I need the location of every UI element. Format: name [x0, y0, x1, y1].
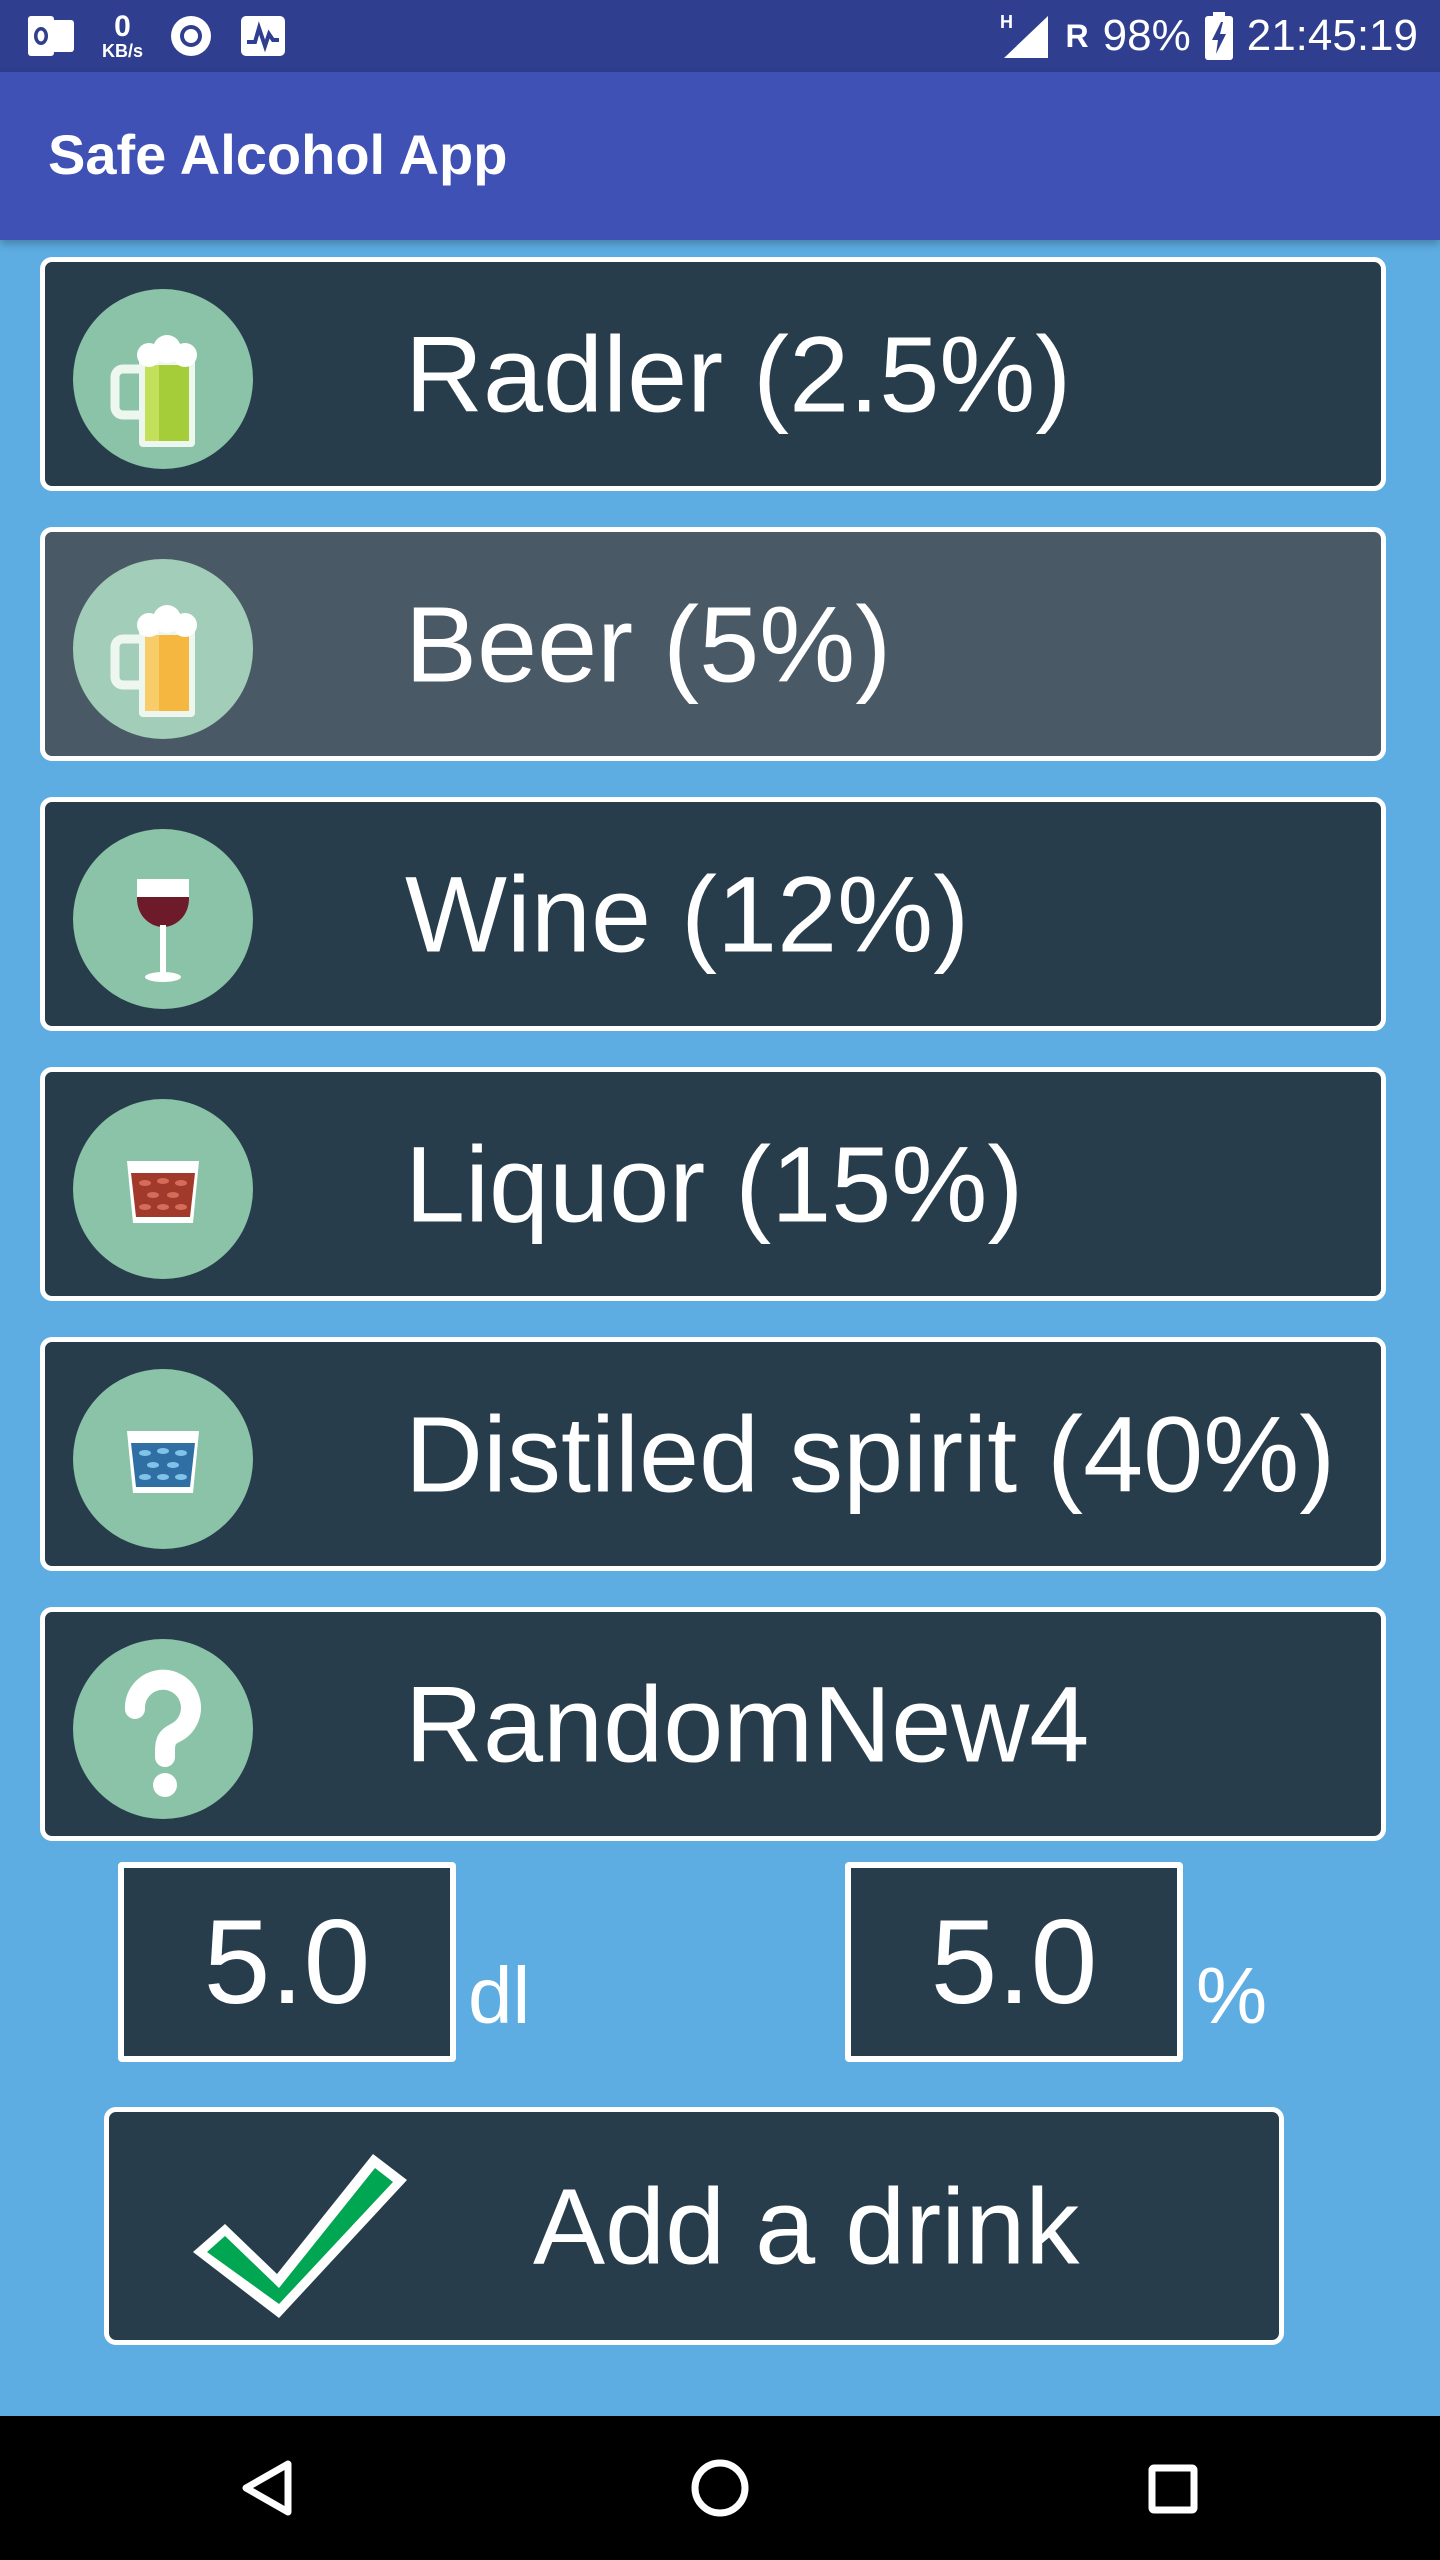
add-drink-button[interactable]: Add a drink [104, 2107, 1284, 2345]
wine-glass-icon [73, 829, 253, 1009]
percent-input[interactable]: 5.0 [845, 1862, 1183, 2062]
roaming-indicator: R [1065, 17, 1089, 54]
drink-label-wine: Wine (12%) [405, 853, 970, 975]
drink-option-custom[interactable]: RandomNew4 [40, 1607, 1386, 1841]
question-mark-icon [73, 1639, 253, 1819]
status-bar: 0 KB/s H R 98% 21:45:19 [0, 0, 1440, 72]
network-type: H [1000, 12, 1013, 32]
percent-unit: % [1196, 1951, 1268, 2040]
drink-label-liquor: Liquor (15%) [405, 1123, 1024, 1245]
beer-mug-icon [73, 559, 253, 739]
amount-unit: dl [468, 1951, 531, 2040]
checkmark-icon [193, 2154, 407, 2318]
add-drink-label: Add a drink [533, 2165, 1080, 2287]
drink-option-distilled-spirit[interactable]: Distiled spirit (40%) [40, 1337, 1386, 1571]
network-speed-value: 0 [114, 10, 131, 43]
network-speed-unit: KB/s [102, 41, 144, 61]
network-speed: 0 KB/s [102, 10, 144, 61]
battery-percent: 98% [1102, 11, 1191, 60]
drink-option-radler[interactable]: Radler (2.5%) [40, 257, 1386, 491]
status-bar-system: H R 98% 21:45:19 [996, 0, 1418, 72]
radler-mug-icon [73, 289, 253, 469]
drink-option-liquor[interactable]: Liquor (15%) [40, 1067, 1386, 1301]
app-bar: Safe Alcohol App [0, 72, 1440, 240]
outlook-icon [28, 16, 74, 56]
amount-input[interactable]: 5.0 [118, 1862, 456, 2062]
recents-icon[interactable] [1122, 2438, 1222, 2538]
activity-chart-icon [241, 16, 286, 56]
back-icon[interactable] [218, 2438, 318, 2538]
app-title: Safe Alcohol App [48, 123, 508, 186]
battery-charging-icon [1204, 12, 1233, 60]
signal-icon: H [1000, 12, 1048, 58]
drink-label-beer: Beer (5%) [405, 583, 892, 705]
drink-option-wine[interactable]: Wine (12%) [40, 797, 1386, 1031]
liquor-glass-icon [73, 1099, 253, 1279]
drink-option-beer[interactable]: Beer (5%) [40, 527, 1386, 761]
clock: 21:45:19 [1246, 11, 1418, 60]
navigation-bar [0, 2416, 1440, 2560]
drink-label-distilled-spirit: Distiled spirit (40%) [405, 1393, 1336, 1515]
circle-app-icon [171, 16, 212, 56]
drink-label-radler: Radler (2.5%) [405, 313, 1072, 435]
home-icon[interactable] [670, 2438, 770, 2538]
spirit-glass-icon [73, 1369, 253, 1549]
drink-label-custom: RandomNew4 [405, 1663, 1090, 1785]
status-bar-notifications: 0 KB/s [28, 8, 287, 64]
